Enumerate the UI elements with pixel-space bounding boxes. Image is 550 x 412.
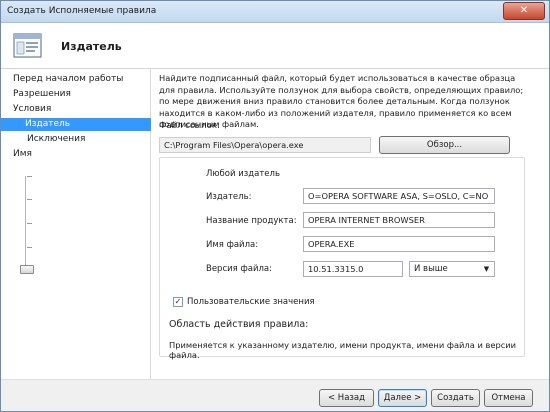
- close-button[interactable]: ✕: [503, 2, 545, 20]
- product-name-label: Название продукта:: [206, 216, 297, 226]
- back-button[interactable]: < Назад: [319, 389, 374, 407]
- browse-button[interactable]: Обзор...: [379, 136, 510, 154]
- slider-tick: [27, 176, 32, 177]
- file-name-field[interactable]: OPERA.EXE: [303, 236, 495, 252]
- reference-file-field[interactable]: C:\Program Files\Opera\opera.exe: [159, 137, 371, 153]
- nav-item-publisher[interactable]: Издатель: [1, 118, 151, 131]
- nav-item-label: Исключения: [27, 134, 86, 144]
- product-name-field[interactable]: OPERA INTERNET BROWSER: [303, 212, 495, 228]
- publisher-label: Издатель:: [206, 192, 252, 202]
- file-version-field[interactable]: 10.51.3315.0: [303, 261, 403, 277]
- file-version-label: Версия файла:: [206, 264, 272, 274]
- nav-item-conditions[interactable]: Условия: [1, 103, 151, 116]
- nav-item-label: Имя: [13, 149, 32, 159]
- nav-item-label: Условия: [13, 104, 52, 114]
- window-title: Создать Исполняемые правила: [7, 6, 157, 16]
- title-bar[interactable]: Создать Исполняемые правила ✕: [1, 1, 549, 23]
- slider-thumb[interactable]: [20, 265, 34, 274]
- rule-scope-title: Область действия правила:: [169, 319, 309, 330]
- close-icon: ✕: [519, 5, 529, 16]
- slider-tick: [27, 199, 32, 200]
- wizard-steps-nav: Перед началом работы Разрешения Условия …: [1, 69, 151, 379]
- page-title: Издатель: [61, 40, 122, 53]
- next-button[interactable]: Далее >: [378, 389, 427, 407]
- cancel-button[interactable]: Отмена: [484, 389, 533, 407]
- nav-item-name[interactable]: Имя: [1, 148, 151, 161]
- slider-track: [25, 176, 26, 272]
- wizard-window: Создать Исполняемые правила ✕ Издатель П…: [0, 0, 550, 412]
- publisher-field[interactable]: O=OPERA SOFTWARE ASA, S=OSLO, C=NO: [303, 188, 495, 204]
- nav-item-permissions[interactable]: Разрешения: [1, 88, 151, 101]
- nav-item-label: Разрешения: [13, 89, 71, 99]
- nav-item-label: Перед началом работы: [13, 74, 124, 84]
- version-operator-select[interactable]: И выше ▼: [409, 261, 495, 277]
- nav-item-before-you-begin[interactable]: Перед началом работы: [1, 73, 151, 86]
- file-name-label: Имя файла:: [206, 240, 259, 250]
- wizard-header: Издатель: [1, 23, 549, 69]
- custom-values-checkbox[interactable]: ✓: [173, 297, 183, 307]
- nav-item-label: Издатель: [25, 119, 71, 129]
- any-publisher-label: Любой издатель: [206, 169, 280, 179]
- reference-file-label: Файл ссылок:: [159, 121, 220, 131]
- chevron-down-icon: ▼: [483, 265, 490, 273]
- wizard-window-icon: [13, 33, 42, 58]
- wizard-content: Найдите подписанный файл, который будет …: [151, 69, 549, 379]
- wizard-footer: < Назад Далее > Создать Отмена: [1, 379, 549, 411]
- custom-values-label: Пользовательские значения: [187, 297, 315, 307]
- slider-tick: [27, 247, 32, 248]
- create-button[interactable]: Создать: [431, 389, 480, 407]
- checkmark-icon: ✓: [174, 297, 182, 306]
- rule-scope-text: Применяется к указанному издателю, имени…: [169, 340, 517, 360]
- slider-tick: [27, 223, 32, 224]
- nav-item-exceptions[interactable]: Исключения: [1, 133, 151, 146]
- version-operator-value: И выше: [414, 264, 448, 274]
